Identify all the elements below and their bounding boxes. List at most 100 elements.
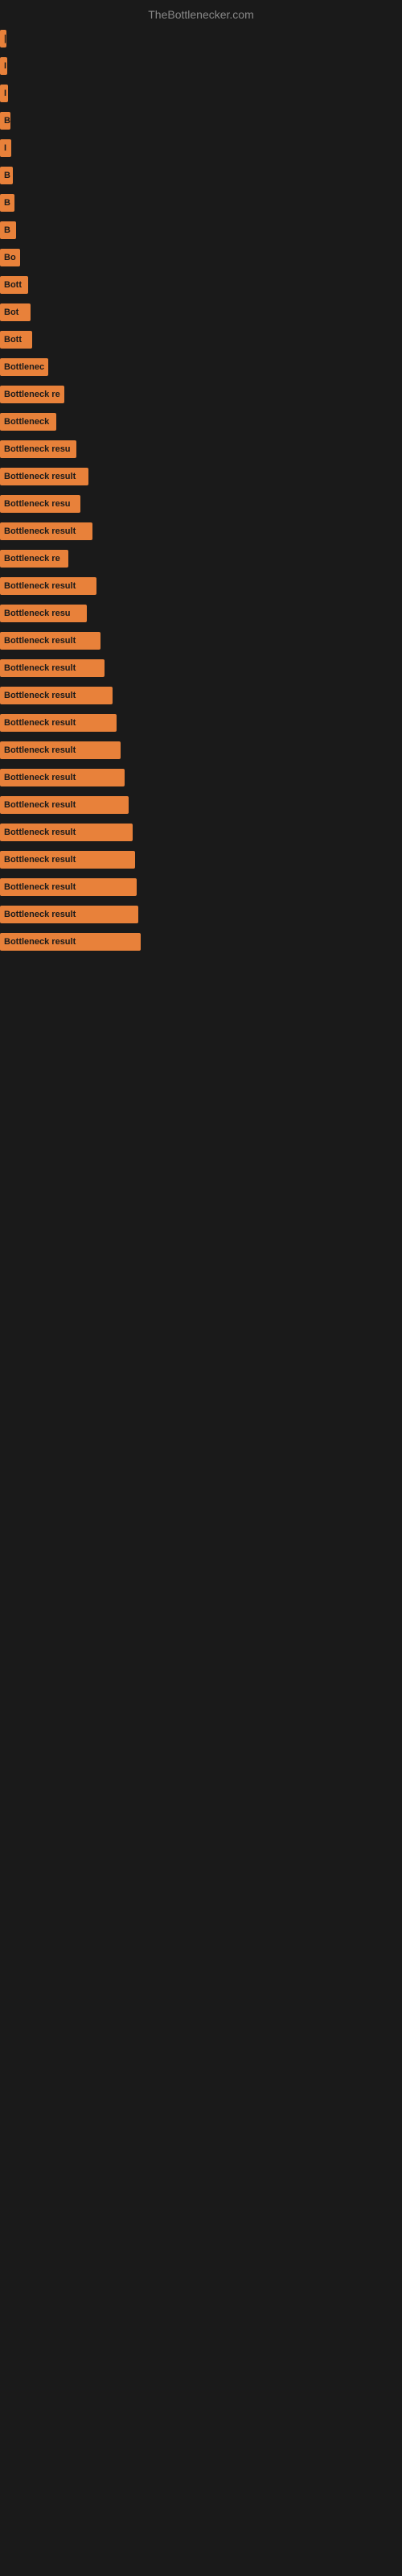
bar-label: Bo bbox=[0, 253, 20, 262]
bar: I bbox=[0, 57, 7, 75]
bar-row: Bottleneck result bbox=[0, 873, 402, 901]
bar: Bottleneck result bbox=[0, 906, 138, 923]
bar-label: B bbox=[0, 225, 14, 235]
bar: Bottleneck result bbox=[0, 468, 88, 485]
bar: I bbox=[0, 139, 11, 157]
bar: Bottleneck resu bbox=[0, 495, 80, 513]
bar-row: Bottleneck result bbox=[0, 654, 402, 682]
bar-row: Bottleneck result bbox=[0, 463, 402, 490]
bar: B bbox=[0, 221, 16, 239]
bar-row: Bottlenec bbox=[0, 353, 402, 381]
bar-label: Bottleneck resu bbox=[0, 609, 75, 618]
bar: B bbox=[0, 194, 14, 212]
bar-label: Bottleneck result bbox=[0, 910, 80, 919]
bar-row: Bottleneck result bbox=[0, 682, 402, 709]
bar-row: Bottleneck re bbox=[0, 545, 402, 572]
bar-row: | bbox=[0, 25, 402, 52]
bar-label: Bottleneck result bbox=[0, 691, 80, 700]
bar-label: Bottleneck result bbox=[0, 773, 80, 782]
bar: Bottleneck result bbox=[0, 824, 133, 841]
bar-label: Bottleneck result bbox=[0, 828, 80, 837]
bar-label: Bottleneck resu bbox=[0, 444, 75, 454]
bar: Bottleneck result bbox=[0, 878, 137, 896]
bar: | bbox=[0, 30, 6, 47]
bar-row: Bottleneck result bbox=[0, 764, 402, 791]
bar-label: | bbox=[0, 34, 10, 43]
bar-row: B bbox=[0, 189, 402, 217]
bar-row: Bottleneck result bbox=[0, 791, 402, 819]
bar-label: Bottleneck result bbox=[0, 581, 80, 591]
bars-container: |IIBIBBBBoBottBotBottBottlenecBottleneck… bbox=[0, 25, 402, 956]
bar: B bbox=[0, 167, 13, 184]
bar-label: Bottleneck result bbox=[0, 937, 80, 947]
bar-label: Bottleneck result bbox=[0, 745, 80, 755]
bar-row: Bottleneck resu bbox=[0, 436, 402, 463]
bar-label: Bottleneck result bbox=[0, 855, 80, 865]
bar-row: Bottleneck result bbox=[0, 819, 402, 846]
bar-row: I bbox=[0, 80, 402, 107]
bar-label: Bottleneck re bbox=[0, 390, 64, 399]
bar-label: Bottleneck resu bbox=[0, 499, 75, 509]
bar-label: Bottleneck result bbox=[0, 472, 80, 481]
bar-label: Bottleneck re bbox=[0, 554, 64, 564]
bar-label: Bottlenec bbox=[0, 362, 48, 372]
bar-label: Bott bbox=[0, 335, 26, 345]
bar-row: Bottleneck bbox=[0, 408, 402, 436]
bar-label: Bot bbox=[0, 308, 23, 317]
bar: Bottleneck result bbox=[0, 851, 135, 869]
bar-row: Bottleneck re bbox=[0, 381, 402, 408]
bar-row: Bott bbox=[0, 326, 402, 353]
bar: Bottleneck result bbox=[0, 741, 121, 759]
bar: Bottlenec bbox=[0, 358, 48, 376]
bar-row: Bottleneck result bbox=[0, 709, 402, 737]
site-title: TheBottlenecker.com bbox=[0, 0, 402, 25]
bar: Bottleneck result bbox=[0, 796, 129, 814]
bar-label: Bott bbox=[0, 280, 26, 290]
bar-label: Bottleneck result bbox=[0, 636, 80, 646]
bar-label: B bbox=[0, 116, 14, 126]
bar: B bbox=[0, 112, 10, 130]
bar-row: B bbox=[0, 217, 402, 244]
bar-label: Bottleneck result bbox=[0, 718, 80, 728]
bar-row: Bottleneck result bbox=[0, 928, 402, 956]
bar: Bottleneck result bbox=[0, 522, 92, 540]
bar: Bottleneck re bbox=[0, 550, 68, 568]
bar-label: I bbox=[0, 61, 10, 71]
bar: Bottleneck result bbox=[0, 632, 100, 650]
bar: Bot bbox=[0, 303, 31, 321]
bar: Bottleneck result bbox=[0, 577, 96, 595]
bar-label: I bbox=[0, 143, 10, 153]
bar-row: Bottleneck result bbox=[0, 572, 402, 600]
chart-container: TheBottlenecker.com |IIBIBBBBoBottBotBot… bbox=[0, 0, 402, 956]
bar: Bott bbox=[0, 276, 28, 294]
bar-label: Bottleneck result bbox=[0, 882, 80, 892]
bar: Bottleneck result bbox=[0, 769, 125, 786]
bar: Bottleneck bbox=[0, 413, 56, 431]
bar: Bottleneck result bbox=[0, 714, 117, 732]
bar-label: B bbox=[0, 171, 14, 180]
bar-label: B bbox=[0, 198, 14, 208]
bar-label: Bottleneck bbox=[0, 417, 53, 427]
bar-row: Bottleneck result bbox=[0, 846, 402, 873]
bar-label: I bbox=[0, 89, 10, 98]
bar-row: Bottleneck result bbox=[0, 901, 402, 928]
bar-row: B bbox=[0, 162, 402, 189]
bar-row: I bbox=[0, 52, 402, 80]
bar-row: Bo bbox=[0, 244, 402, 271]
bar-row: Bottleneck result bbox=[0, 518, 402, 545]
bar: Bottleneck result bbox=[0, 659, 105, 677]
bar-label: Bottleneck result bbox=[0, 663, 80, 673]
bar: I bbox=[0, 85, 8, 102]
bar-row: Bottleneck result bbox=[0, 737, 402, 764]
bar: Bottleneck result bbox=[0, 933, 141, 951]
bar: Bottleneck resu bbox=[0, 440, 76, 458]
bar-label: Bottleneck result bbox=[0, 800, 80, 810]
bar: Bo bbox=[0, 249, 20, 266]
bar: Bottleneck resu bbox=[0, 605, 87, 622]
bar-row: Bottleneck resu bbox=[0, 600, 402, 627]
bar: Bottleneck result bbox=[0, 687, 113, 704]
bar-row: I bbox=[0, 134, 402, 162]
bar-row: Bot bbox=[0, 299, 402, 326]
bar-label: Bottleneck result bbox=[0, 526, 80, 536]
bar-row: B bbox=[0, 107, 402, 134]
